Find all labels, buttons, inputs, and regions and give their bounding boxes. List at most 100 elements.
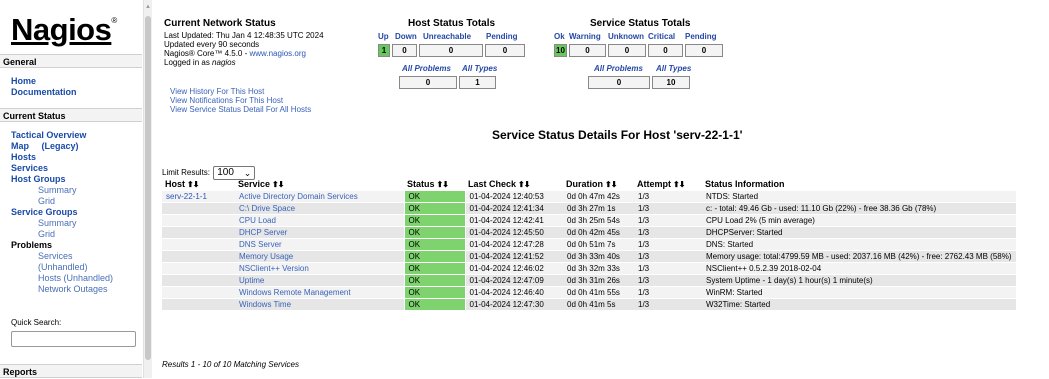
nav-network-outages[interactable]: Network Outages: [38, 284, 108, 294]
col-last-check[interactable]: Last Check ⬆⬇: [465, 178, 563, 191]
service-total-pending-label[interactable]: Pending: [685, 32, 717, 41]
host-cell[interactable]: [162, 250, 235, 263]
nav-service-groups[interactable]: Service Groups: [11, 207, 78, 217]
service-link[interactable]: Memory Usage: [235, 250, 404, 263]
col-attempt[interactable]: Attempt ⬆⬇: [634, 178, 702, 191]
quick-search-input[interactable]: [11, 331, 136, 347]
scrollbar-thumb[interactable]: [145, 16, 151, 360]
last-updated: Last Updated: Thu Jan 4 12:48:35 UTC 202…: [164, 31, 324, 40]
nav-problems-services[interactable]: Services: [38, 251, 73, 261]
service-link[interactable]: Active Directory Domain Services: [235, 190, 404, 203]
table-row: DNS Server OK 01-04-2024 12:47:28 0d 0h 51m…: [162, 238, 1016, 251]
sort-arrows-icon[interactable]: ⬆⬇: [518, 180, 530, 189]
host-total-up-label[interactable]: Up: [378, 32, 389, 41]
sort-arrows-icon[interactable]: ⬆⬇: [437, 180, 449, 189]
host-cell[interactable]: [162, 274, 235, 287]
host-cell[interactable]: [162, 298, 235, 311]
host-total-down-label[interactable]: Down: [395, 32, 417, 41]
attempt-cell: 1/3: [634, 298, 702, 311]
service-link[interactable]: DNS Server: [235, 238, 404, 251]
link-history-host[interactable]: View History For This Host: [170, 87, 264, 96]
service-link[interactable]: Windows Time: [235, 298, 404, 311]
host-cell[interactable]: [162, 262, 235, 275]
service-link[interactable]: DHCP Server: [235, 226, 404, 239]
nav-service-groups-summary[interactable]: Summary: [38, 218, 77, 228]
host-all-types-count[interactable]: 1: [459, 76, 496, 89]
nav-hosts[interactable]: Hosts: [11, 152, 36, 162]
service-link[interactable]: Uptime: [235, 274, 404, 287]
status-cell: OK: [403, 262, 466, 275]
link-service-detail-all[interactable]: View Service Status Detail For All Hosts: [170, 105, 311, 114]
service-total-warning[interactable]: 0: [569, 44, 606, 57]
results-count: Results 1 - 10 of 10 Matching Services: [162, 360, 299, 369]
nav-service-groups-grid[interactable]: Grid: [38, 229, 55, 239]
last-check-cell: 01-04-2024 12:41:34: [465, 202, 563, 215]
service-total-critical[interactable]: 0: [648, 44, 683, 57]
host-cell[interactable]: serv-22-1-1: [162, 190, 235, 203]
service-link[interactable]: C:\ Drive Space: [235, 202, 404, 215]
nav-problems[interactable]: Problems: [11, 240, 52, 250]
col-host[interactable]: Host ⬆⬇: [162, 178, 235, 191]
col-duration[interactable]: Duration ⬆⬇: [563, 178, 634, 191]
nav-host-groups-summary[interactable]: Summary: [38, 185, 77, 195]
service-table: Host ⬆⬇ Service ⬆⬇ Status ⬆⬇ Last Check ⬆⬇ D…: [162, 178, 1016, 311]
service-all-problems-count[interactable]: 0: [588, 76, 650, 89]
col-status-information: Status Information: [705, 179, 785, 190]
service-total-ok[interactable]: 10: [554, 44, 567, 57]
sort-arrows-icon[interactable]: ⬆⬇: [272, 180, 284, 189]
status-info-cell: WinRM: Started: [702, 286, 1016, 299]
duration-cell: 0d 3h 25m 54s: [563, 214, 634, 227]
last-check-cell: 01-04-2024 12:46:40: [465, 286, 563, 299]
sidebar-scrollbar[interactable]: ▲: [143, 0, 152, 378]
sort-arrows-icon[interactable]: ⬆⬇: [187, 180, 199, 189]
host-all-problems-count[interactable]: 0: [399, 76, 457, 89]
host-cell[interactable]: [162, 226, 235, 239]
host-total-unreachable[interactable]: 0: [419, 44, 483, 57]
nagios-logo[interactable]: Nagios®: [11, 14, 117, 45]
service-total-warning-label[interactable]: Warning: [569, 32, 601, 41]
sort-arrows-icon[interactable]: ⬆⬇: [605, 180, 617, 189]
service-total-ok-label[interactable]: Ok: [554, 32, 565, 41]
col-status[interactable]: Status ⬆⬇: [404, 178, 465, 191]
nav-problems-services-unhandled[interactable]: (Unhandled): [38, 262, 88, 272]
host-cell[interactable]: [162, 238, 235, 251]
service-details-title: Service Status Details For Host 'serv-22…: [492, 128, 743, 142]
host-total-unreachable-label[interactable]: Unreachable: [423, 32, 471, 41]
nav-tactical-overview[interactable]: Tactical Overview: [11, 130, 86, 140]
host-total-pending[interactable]: 0: [485, 44, 525, 57]
service-total-unknown-label[interactable]: Unknown: [608, 32, 644, 41]
host-total-pending-label[interactable]: Pending: [486, 32, 518, 41]
service-total-critical-label[interactable]: Critical: [648, 32, 675, 41]
service-all-types-label[interactable]: All Types: [656, 64, 691, 73]
nav-hosts-unhandled[interactable]: Hosts (Unhandled): [38, 273, 113, 283]
status-info-cell: c: - total: 49.46 Gb - used: 11.10 Gb (2…: [702, 202, 1016, 215]
host-all-types-label[interactable]: All Types: [462, 64, 497, 73]
service-link[interactable]: Windows Remote Management: [235, 286, 404, 299]
nav-home[interactable]: Home: [11, 76, 36, 86]
nav-services[interactable]: Services: [11, 163, 48, 173]
network-status-title: Current Network Status: [164, 18, 276, 29]
link-notifications-host[interactable]: View Notifications For This Host: [170, 96, 283, 105]
service-all-types-count[interactable]: 10: [652, 76, 690, 89]
sort-arrows-icon[interactable]: ⬆⬇: [673, 180, 685, 189]
host-cell[interactable]: [162, 286, 235, 299]
nav-map[interactable]: Map (Legacy): [11, 141, 79, 151]
host-total-up[interactable]: 1: [378, 44, 390, 57]
nav-host-groups[interactable]: Host Groups: [11, 174, 66, 184]
nav-documentation[interactable]: Documentation: [11, 87, 77, 97]
host-total-down[interactable]: 0: [392, 44, 417, 57]
table-row: Windows Remote Management OK 01-04-2024 12…: [162, 286, 1016, 299]
service-link[interactable]: CPU Load: [235, 214, 404, 227]
scroll-up-arrow-icon[interactable]: ▲: [145, 4, 151, 10]
host-cell[interactable]: [162, 214, 235, 227]
nav-host-groups-grid[interactable]: Grid: [38, 196, 55, 206]
host-all-problems-label[interactable]: All Problems: [402, 64, 451, 73]
service-total-unknown[interactable]: 0: [608, 44, 646, 57]
service-all-problems-label[interactable]: All Problems: [594, 64, 643, 73]
host-cell[interactable]: [162, 202, 235, 215]
service-link[interactable]: NSClient++ Version: [235, 262, 404, 275]
col-service[interactable]: Service ⬆⬇: [235, 178, 404, 191]
quick-search-label: Quick Search:: [11, 318, 62, 327]
service-total-pending[interactable]: 0: [685, 44, 723, 57]
nagios-org-link[interactable]: www.nagios.org: [249, 49, 305, 58]
